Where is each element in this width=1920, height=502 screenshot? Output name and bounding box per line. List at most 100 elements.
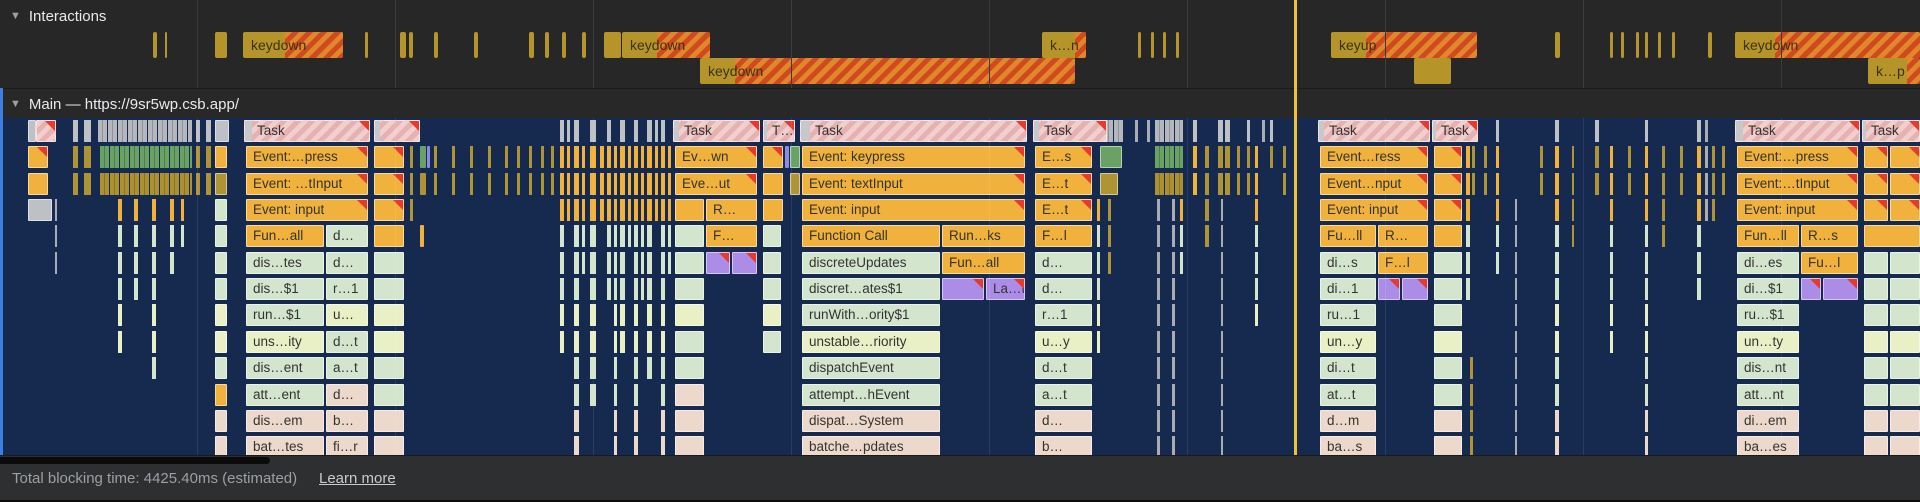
- flame-cell[interactable]: Ev…wn: [675, 146, 757, 168]
- flame-cell[interactable]: a…t: [1035, 384, 1092, 406]
- flame-cell[interactable]: Function Call: [802, 225, 940, 247]
- flame-cell[interactable]: [215, 436, 227, 455]
- flame-cell[interactable]: [215, 410, 227, 432]
- flame-cell[interactable]: [675, 436, 704, 455]
- playhead-marker[interactable]: [1294, 0, 1297, 455]
- flame-cell[interactable]: [942, 278, 984, 300]
- task-bar[interactable]: Task: [673, 120, 760, 142]
- flame-cell[interactable]: [1890, 357, 1920, 379]
- flame-cell[interactable]: [374, 436, 404, 455]
- flame-cell[interactable]: ru…$1: [1737, 304, 1799, 326]
- flame-cell[interactable]: [215, 331, 227, 353]
- flame-cell[interactable]: runWith…ority$1: [802, 304, 940, 326]
- flame-cell[interactable]: F…: [706, 225, 757, 247]
- flame-cell[interactable]: Event: input: [1737, 199, 1858, 221]
- flame-cell[interactable]: [1864, 304, 1888, 326]
- flame-cell[interactable]: [215, 384, 227, 406]
- flame-cell[interactable]: F…l: [1035, 225, 1092, 247]
- flame-cell[interactable]: [374, 225, 404, 247]
- flame-cell[interactable]: r…1: [326, 278, 368, 300]
- flame-cell[interactable]: Fun…all: [246, 225, 324, 247]
- flame-cell[interactable]: batche…pdates: [802, 436, 940, 455]
- flame-cell[interactable]: [675, 252, 704, 274]
- flame-cell[interactable]: [1100, 146, 1122, 168]
- flame-cell[interactable]: [215, 225, 227, 247]
- flame-cell[interactable]: [1434, 278, 1462, 300]
- flame-cell[interactable]: di…1: [1320, 278, 1376, 300]
- flame-cell[interactable]: [1434, 173, 1462, 195]
- flame-cell[interactable]: att…ent: [246, 384, 324, 406]
- flame-cell[interactable]: [1864, 278, 1888, 300]
- flame-cell[interactable]: [1434, 225, 1462, 247]
- flame-cell[interactable]: dispat…System: [802, 410, 940, 432]
- flame-cell[interactable]: [1864, 173, 1888, 195]
- flame-cell[interactable]: [215, 304, 227, 326]
- flame-cell[interactable]: [1434, 146, 1462, 168]
- flame-cell[interactable]: di…em: [1737, 410, 1799, 432]
- flame-cell[interactable]: [1890, 173, 1920, 195]
- flame-cell[interactable]: [1890, 304, 1920, 326]
- flame-cell[interactable]: Event: input: [1320, 199, 1428, 221]
- flame-cell[interactable]: Fu…l: [1801, 252, 1858, 274]
- task-bar[interactable]: [36, 120, 56, 142]
- flame-cell[interactable]: [1864, 436, 1888, 455]
- flame-cell[interactable]: Event:…press: [246, 146, 368, 168]
- flame-cell[interactable]: d…: [326, 225, 368, 247]
- flame-cell[interactable]: [763, 199, 783, 221]
- task-bar[interactable]: Task: [800, 120, 1027, 142]
- flame-cell[interactable]: at…t: [1320, 384, 1376, 406]
- flame-cell[interactable]: bat…tes: [246, 436, 324, 455]
- flame-cell[interactable]: [1890, 410, 1920, 432]
- flame-cell[interactable]: [1434, 384, 1462, 406]
- flame-cell[interactable]: [675, 278, 704, 300]
- flame-cell[interactable]: Eve…ut: [675, 173, 757, 195]
- flame-cell[interactable]: uns…ity: [246, 331, 324, 353]
- task-bar[interactable]: Task: [1033, 120, 1107, 142]
- main-track-header[interactable]: ▼ Main — https://9sr5wp.csb.app/: [0, 88, 1920, 118]
- flame-cell[interactable]: b…: [326, 410, 368, 432]
- flame-cell[interactable]: [1864, 225, 1920, 247]
- flame-cell[interactable]: [215, 278, 227, 300]
- flame-cell[interactable]: un…ty: [1737, 331, 1799, 353]
- flame-cell[interactable]: [1890, 331, 1920, 353]
- flame-cell[interactable]: fi…r: [326, 436, 368, 455]
- flame-cell[interactable]: Event:…tInput: [1737, 173, 1858, 195]
- flame-cell[interactable]: E…t: [1035, 199, 1092, 221]
- interaction-event-bar[interactable]: keydown: [700, 58, 1075, 84]
- flame-cell[interactable]: Event: keypress: [802, 146, 1025, 168]
- flame-cell[interactable]: u…: [326, 304, 368, 326]
- flame-cell[interactable]: [1864, 146, 1888, 168]
- flame-cell[interactable]: [28, 146, 48, 168]
- flame-cell[interactable]: di…t: [1320, 357, 1376, 379]
- flame-cell[interactable]: Event: input: [246, 199, 368, 221]
- flame-cell[interactable]: [215, 357, 227, 379]
- flame-cell[interactable]: Event: textInput: [802, 173, 1025, 195]
- flame-chart[interactable]: TaskEvent:…pressEvent: …tInputEvent: inp…: [0, 118, 1920, 455]
- flame-cell[interactable]: [1434, 331, 1462, 353]
- flame-cell[interactable]: [28, 120, 36, 142]
- flame-cell[interactable]: di…$1: [1737, 278, 1799, 300]
- flame-cell[interactable]: dis…ent: [246, 357, 324, 379]
- flame-cell[interactable]: [706, 252, 730, 274]
- flame-cell[interactable]: [374, 199, 404, 221]
- flame-cell[interactable]: dis…em: [246, 410, 324, 432]
- flame-cell[interactable]: [374, 331, 404, 353]
- flame-cell[interactable]: ru…1: [1320, 304, 1376, 326]
- flame-cell[interactable]: [675, 357, 704, 379]
- flame-cell[interactable]: [28, 173, 48, 195]
- flame-cell[interactable]: d…t: [1035, 357, 1092, 379]
- flame-cell[interactable]: di…s: [1320, 252, 1376, 274]
- flame-cell[interactable]: [763, 146, 783, 168]
- flame-cell[interactable]: [732, 252, 757, 274]
- flame-cell[interactable]: att…nt: [1737, 384, 1799, 406]
- flame-cell[interactable]: R…: [706, 199, 757, 221]
- horizontal-scrollbar-thumb[interactable]: [0, 457, 270, 464]
- flame-cell[interactable]: unstable…riority: [802, 331, 940, 353]
- learn-more-link[interactable]: Learn more: [319, 470, 396, 487]
- flame-cell[interactable]: [1402, 278, 1428, 300]
- interaction-event-bar[interactable]: keyup: [1331, 32, 1477, 58]
- flame-cell[interactable]: [1890, 384, 1920, 406]
- flame-cell[interactable]: Event…nput: [1320, 173, 1428, 195]
- flame-cell[interactable]: [1434, 304, 1462, 326]
- flame-cell[interactable]: [1864, 331, 1888, 353]
